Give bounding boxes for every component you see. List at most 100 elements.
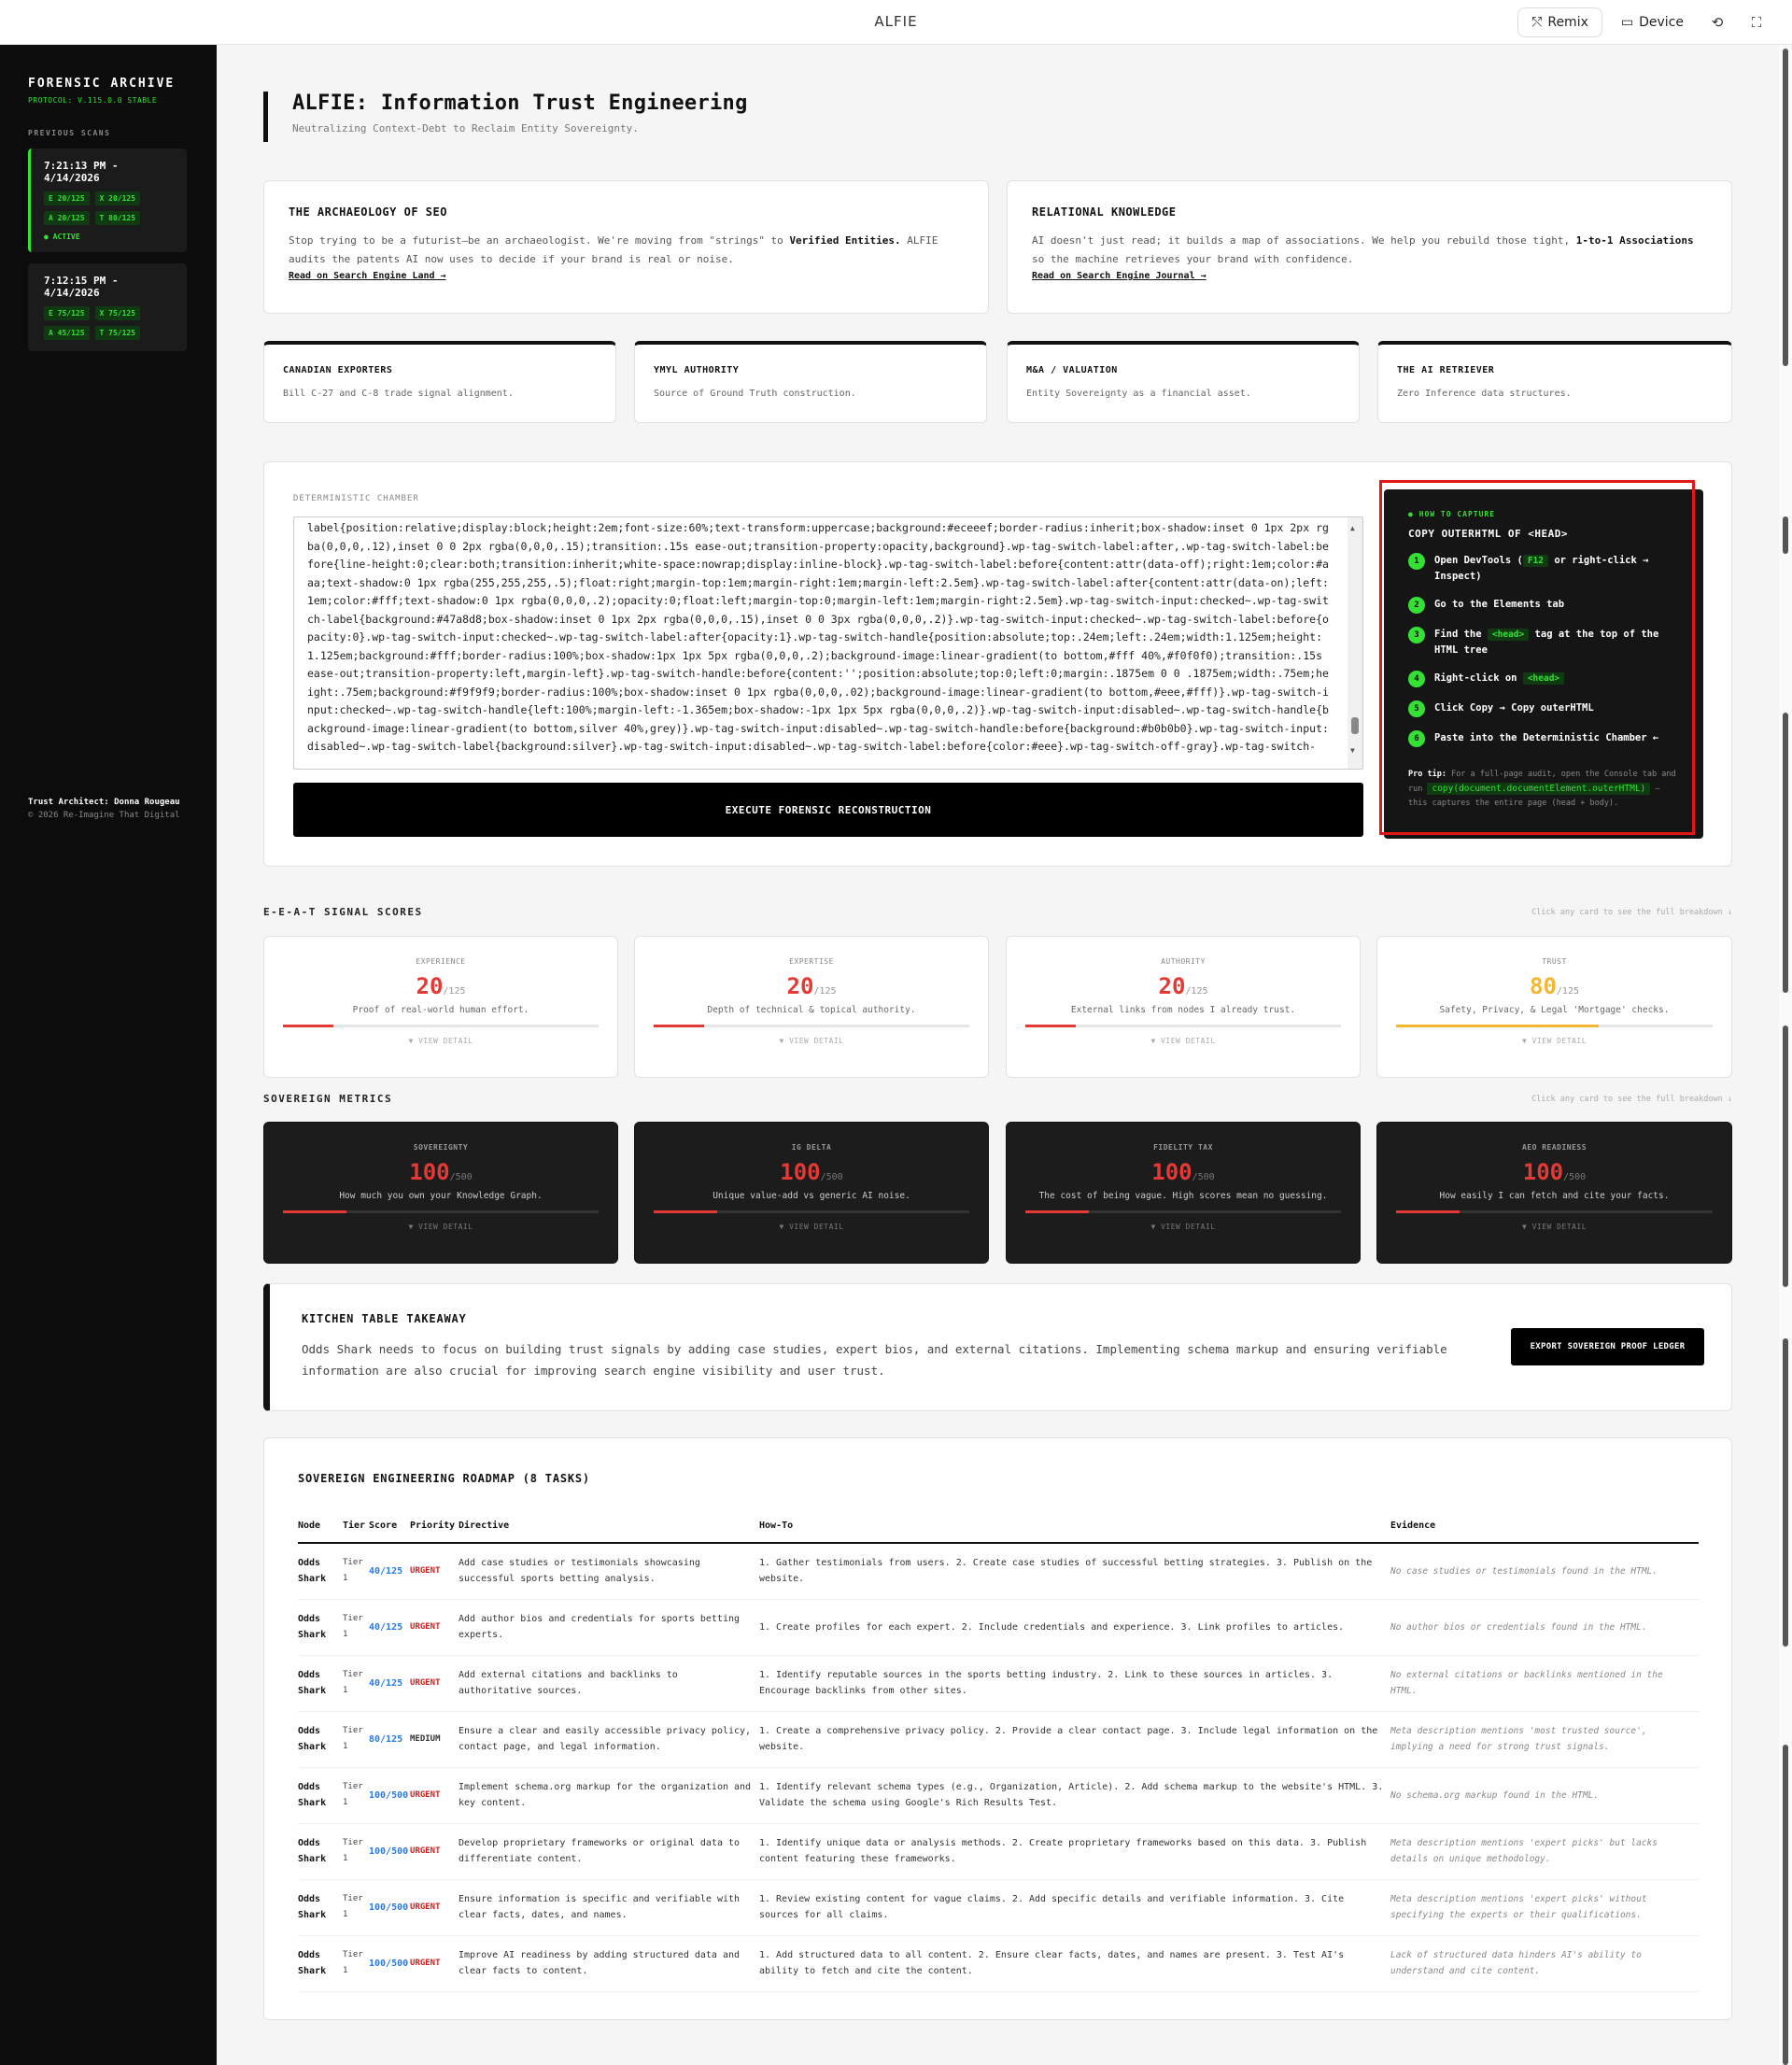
row-evidence: Meta description mentions 'most trusted … bbox=[1390, 1711, 1699, 1768]
metric-value: 100 bbox=[1522, 1159, 1564, 1185]
roadmap-card: SOVEREIGN ENGINEERING ROADMAP (8 TASKS) … bbox=[263, 1437, 1732, 2020]
row-evidence: No case studies or testimonials found in… bbox=[1390, 1543, 1699, 1600]
previous-scans-label: PREVIOUS SCANS bbox=[28, 129, 111, 137]
mini-card-ma-valuation[interactable]: M&A / VALUATION Entity Sovereignty as a … bbox=[1007, 341, 1360, 423]
search-engine-land-link[interactable]: Read on Search Engine Land → bbox=[289, 271, 964, 281]
row-evidence: No external citations or backlinks menti… bbox=[1390, 1655, 1699, 1712]
device-button[interactable]: ▭ Device bbox=[1612, 7, 1693, 37]
mini-card-canadian-exporters[interactable]: CANADIAN EXPORTERS Bill C-27 and C-8 tra… bbox=[263, 341, 616, 423]
col-directive: Directive bbox=[459, 1507, 759, 1544]
row-priority: URGENT bbox=[410, 1599, 459, 1656]
eeat-heading: E-E-A-T SIGNAL SCORES bbox=[263, 906, 423, 918]
search-engine-journal-link[interactable]: Read on Search Engine Journal → bbox=[1032, 271, 1707, 281]
scan-pill: T 75/125 bbox=[94, 326, 141, 340]
mini-card-desc: Zero Inference data structures. bbox=[1397, 389, 1572, 399]
row-priority: MEDIUM bbox=[410, 1711, 459, 1768]
scan-pill: E 20/125 bbox=[44, 191, 90, 205]
table-row: Odds Shark Tier 1 100/500 URGENT Improve AI … bbox=[298, 1935, 1699, 1992]
scroll-down-icon[interactable]: ▼ bbox=[1350, 742, 1355, 760]
remix-button[interactable]: ⤲ Remix bbox=[1517, 7, 1602, 37]
score-bar bbox=[654, 1025, 969, 1027]
metric-label: IG DELTA bbox=[791, 1143, 832, 1152]
score-bar-fill bbox=[654, 1025, 705, 1027]
metric-bar bbox=[283, 1210, 599, 1213]
col-howto: How-To bbox=[759, 1507, 1390, 1544]
view-detail-toggle[interactable]: ▼ VIEW DETAIL bbox=[264, 1223, 617, 1231]
score-card-trust[interactable]: TRUST 80/125 Safety, Privacy, & Legal 'M… bbox=[1376, 936, 1732, 1078]
col-priority: Priority bbox=[410, 1507, 459, 1544]
row-score: 80/125 bbox=[369, 1711, 410, 1768]
row-howto: 1. Create profiles for each expert. 2. I… bbox=[759, 1599, 1390, 1656]
device-icon: ▭ bbox=[1620, 15, 1634, 30]
info-card-body: Stop trying to be a futurist—be an archa… bbox=[289, 232, 964, 269]
row-tier: Tier 1 bbox=[343, 1543, 369, 1600]
metric-bar-fill bbox=[283, 1210, 346, 1213]
refresh-button[interactable]: ⟲ bbox=[1702, 7, 1732, 37]
page-subtitle: Neutralizing Context-Debt to Reclaim Ent… bbox=[292, 122, 639, 134]
metric-card-aeo-readiness[interactable]: AEO READINESS 100/500 How easily I can f… bbox=[1376, 1122, 1732, 1264]
view-detail-toggle[interactable]: ▼ VIEW DETAIL bbox=[1377, 1223, 1731, 1231]
code-input[interactable]: label{position:relative;display:block;he… bbox=[293, 516, 1363, 770]
mini-card-ymyl-authority[interactable]: YMYL AUTHORITY Source of Ground Truth co… bbox=[634, 341, 987, 423]
scrollbar-segment bbox=[1783, 1745, 1788, 2065]
metric-value: 100 bbox=[780, 1159, 821, 1185]
row-node: Odds Shark bbox=[298, 1879, 343, 1936]
top-actions: ⤲ Remix ▭ Device ⟲ ⛶ bbox=[1517, 7, 1771, 37]
score-label: TRUST bbox=[1542, 957, 1567, 966]
score-bar-fill bbox=[1025, 1025, 1077, 1027]
mini-card-ai-retriever[interactable]: THE AI RETRIEVER Zero Inference data str… bbox=[1377, 341, 1732, 423]
metric-label: SOVEREIGNTY bbox=[413, 1143, 469, 1152]
score-value: 20 bbox=[416, 973, 444, 999]
score-card-authority[interactable]: AUTHORITY 20/125 External links from nod… bbox=[1006, 936, 1361, 1078]
info-card-title: RELATIONAL KNOWLEDGE bbox=[1032, 205, 1177, 219]
mini-card-desc: Source of Ground Truth construction. bbox=[654, 389, 856, 399]
row-score: 100/500 bbox=[369, 1879, 410, 1936]
sidebar-brand: FORENSIC ARCHIVE bbox=[28, 77, 176, 91]
mini-card-title: CANADIAN EXPORTERS bbox=[283, 365, 393, 375]
view-detail-toggle[interactable]: ▼ VIEW DETAIL bbox=[1377, 1037, 1731, 1045]
metric-card-fidelity-tax[interactable]: FIDELITY TAX 100/500 The cost of being v… bbox=[1006, 1122, 1361, 1264]
metric-max: /500 bbox=[1563, 1172, 1587, 1182]
score-bar-fill bbox=[1396, 1025, 1599, 1027]
roadmap-title: SOVEREIGN ENGINEERING ROADMAP (8 TASKS) bbox=[298, 1472, 590, 1485]
metric-card-ig-delta[interactable]: IG DELTA 100/500 Unique value-add vs gen… bbox=[634, 1122, 989, 1264]
fullscreen-button[interactable]: ⛶ bbox=[1742, 7, 1771, 37]
metric-desc: How easily I can fetch and cite your fac… bbox=[1439, 1191, 1670, 1201]
execute-button[interactable]: EXECUTE FORENSIC RECONSTRUCTION bbox=[293, 783, 1363, 837]
scan-card[interactable]: 7:21:13 PM - 4/14/2026 E 20/125 X 20/125… bbox=[28, 149, 187, 252]
view-detail-toggle[interactable]: ▼ VIEW DETAIL bbox=[264, 1037, 617, 1045]
roadmap-rows: Odds Shark Tier 1 40/125 URGENT Add case stu… bbox=[298, 1543, 1699, 1992]
metric-card-sovereignty[interactable]: SOVEREIGNTY 100/500 How much you own you… bbox=[263, 1122, 618, 1264]
view-detail-toggle[interactable]: ▼ VIEW DETAIL bbox=[635, 1037, 988, 1045]
export-ledger-button[interactable]: EXPORT SOVEREIGN PROOF LEDGER bbox=[1511, 1328, 1704, 1365]
score-desc: Safety, Privacy, & Legal 'Mortgage' chec… bbox=[1439, 1005, 1670, 1015]
table-row: Odds Shark Tier 1 100/500 URGENT Implement s… bbox=[298, 1767, 1699, 1824]
view-detail-toggle[interactable]: ▼ VIEW DETAIL bbox=[1007, 1223, 1360, 1231]
score-label: AUTHORITY bbox=[1161, 957, 1206, 966]
code-scrollbar[interactable]: ▲ ▼ bbox=[1348, 517, 1362, 769]
table-row: Odds Shark Tier 1 40/125 URGENT Add case stu… bbox=[298, 1543, 1699, 1600]
row-howto: 1. Identify relevant schema types (e.g.,… bbox=[759, 1767, 1390, 1824]
page-scrollbar[interactable] bbox=[1779, 45, 1792, 2065]
scrollbar-segment bbox=[1783, 1025, 1788, 1287]
remix-label: Remix bbox=[1547, 15, 1588, 30]
eeat-hint: Click any card to see the full breakdown… bbox=[1531, 908, 1732, 917]
metric-max: /500 bbox=[1192, 1172, 1215, 1182]
scan-pill: E 75/125 bbox=[44, 306, 90, 320]
score-card-expertise[interactable]: EXPERTISE 20/125 Depth of technical & to… bbox=[634, 936, 989, 1078]
score-label: EXPERIENCE bbox=[416, 957, 466, 966]
scan-pill: T 80/125 bbox=[94, 211, 141, 225]
score-card-experience[interactable]: EXPERIENCE 20/125 Proof of real-world hu… bbox=[263, 936, 618, 1078]
row-node: Odds Shark bbox=[298, 1767, 343, 1824]
row-priority: URGENT bbox=[410, 1655, 459, 1712]
scan-card[interactable]: 7:12:15 PM - 4/14/2026 E 75/125 X 75/125… bbox=[28, 263, 187, 351]
row-howto: 1. Identify reputable sources in the spo… bbox=[759, 1655, 1390, 1712]
metric-max: /500 bbox=[820, 1172, 843, 1182]
metric-bar bbox=[654, 1210, 969, 1213]
scroll-up-icon[interactable]: ▲ bbox=[1350, 519, 1355, 538]
code-scroll-thumb[interactable] bbox=[1351, 717, 1359, 734]
view-detail-toggle[interactable]: ▼ VIEW DETAIL bbox=[635, 1223, 988, 1231]
scrollbar-thumb[interactable] bbox=[1783, 49, 1788, 366]
scan-pill: X 75/125 bbox=[94, 306, 141, 320]
view-detail-toggle[interactable]: ▼ VIEW DETAIL bbox=[1007, 1037, 1360, 1045]
